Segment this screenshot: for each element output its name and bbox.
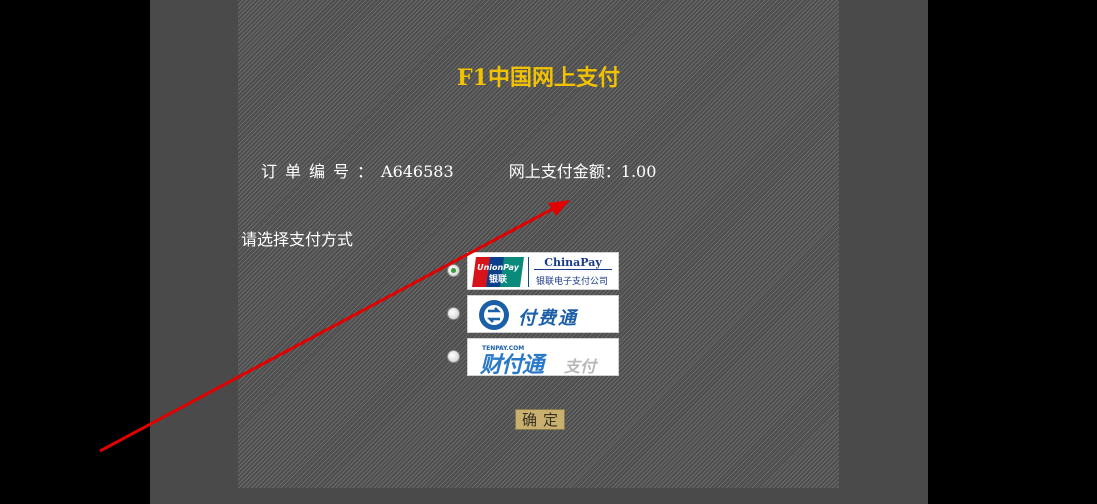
chinapay-name: ChinaPay (534, 256, 612, 270)
payment-option-fufeitong[interactable]: 付费通 (447, 295, 619, 335)
chinapay-logo[interactable]: UnionPay 银联 ChinaPay 银联电子支付公司 (467, 252, 619, 290)
payment-amount-label: 网上支付金额： (508, 162, 621, 181)
payment-panel: F1中国网上支付 订单编号：A646583 网上支付金额：1.00 请选择支付方… (238, 0, 839, 488)
payment-amount-value: 1.00 (620, 162, 657, 181)
choose-payment-label: 请选择支付方式 (241, 230, 354, 249)
tenpay-logo[interactable]: TENPAY.COM 财付通 支付 (467, 338, 619, 376)
unionpay-mark-text: UnionPay (477, 263, 520, 272)
order-number-label: 订单编号： (261, 162, 382, 181)
payment-option-tenpay[interactable]: TENPAY.COM 财付通 支付 (447, 338, 619, 378)
confirm-button[interactable]: 确定 (515, 409, 565, 430)
fufeitong-logo[interactable]: 付费通 (467, 295, 619, 333)
order-info: 订单编号：A646583 网上支付金额：1.00 (261, 158, 656, 182)
radio-chinapay[interactable] (447, 264, 460, 277)
unionpay-mark-cn: 银联 (489, 273, 508, 285)
radio-tenpay[interactable] (447, 350, 460, 363)
page-title: F1中国网上支付 (457, 65, 620, 91)
unionpay-icon: UnionPay 银联 (472, 257, 524, 287)
chinapay-subtitle: 银联电子支付公司 (536, 277, 609, 287)
payment-option-chinapay[interactable]: UnionPay 银联 ChinaPay 银联电子支付公司 (447, 252, 619, 292)
fufeitong-name: 付费通 (518, 308, 578, 329)
tenpay-name: 财付通 (480, 353, 544, 376)
fufeitong-icon (479, 300, 509, 330)
radio-fufeitong[interactable] (447, 307, 460, 320)
order-number-value: A646583 (381, 162, 454, 181)
tenpay-subtitle: 支付 (564, 357, 597, 376)
